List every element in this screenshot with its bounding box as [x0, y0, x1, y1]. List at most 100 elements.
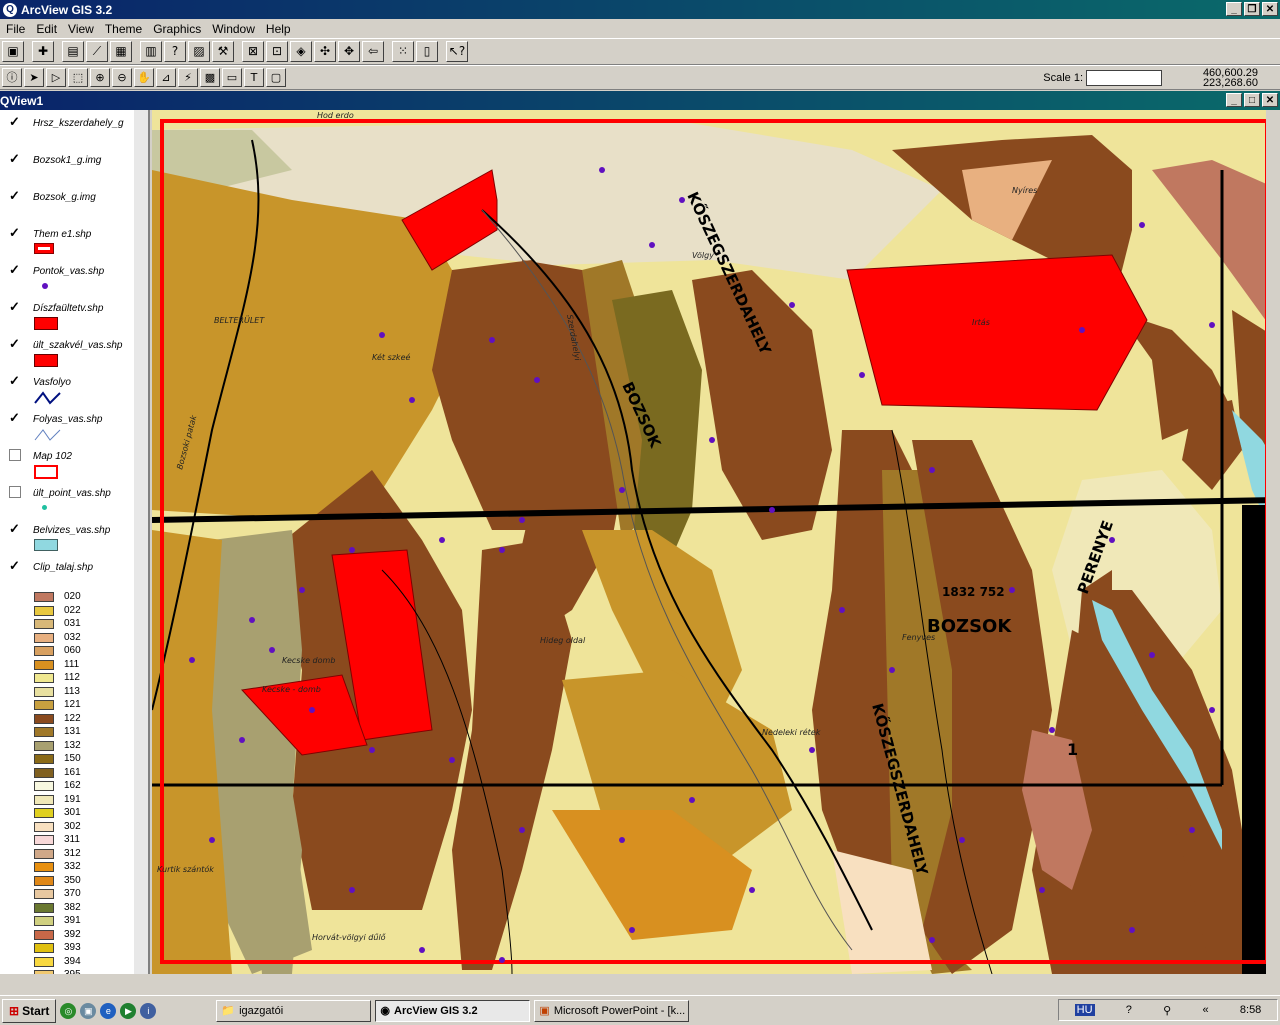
map-canvas[interactable]: KŐSZEGSZERDAHELY BOZSOK KŐSZEGSZERDAHELY…	[152, 110, 1280, 974]
toc-layer[interactable]: ✓ Díszfaültetv.shp	[0, 295, 148, 332]
save-project-button[interactable]: ▣	[2, 41, 24, 62]
map-scrollbar[interactable]	[1266, 110, 1280, 974]
quicklaunch-icon-1[interactable]: ◎	[60, 1002, 77, 1019]
zoom-in-fixed-button[interactable]: ✣	[314, 41, 336, 62]
zoom-out-tool-icon[interactable]: ⊖	[112, 68, 132, 87]
clear-selection-button[interactable]: ▯	[416, 41, 438, 62]
pointer-tool-icon[interactable]: ➤	[24, 68, 44, 87]
layer-visibility-checkbox[interactable]: ✓	[9, 263, 21, 276]
label-tool-icon[interactable]: ▭	[222, 68, 242, 87]
legend-class-row: 301	[0, 807, 148, 821]
zoom-previous-button[interactable]: ⇦	[362, 41, 384, 62]
layer-visibility-checkbox[interactable]: ✓	[9, 337, 21, 350]
toc-layer[interactable]: ✓ Hrsz_kszerdahely_g	[0, 110, 148, 147]
layer-visibility-checkbox[interactable]: ✓	[9, 226, 21, 239]
pan-tool-icon[interactable]: ✋	[134, 68, 154, 87]
help-button[interactable]: ↖?	[446, 41, 468, 62]
media-player-icon[interactable]: ▶	[120, 1002, 137, 1019]
toc-layer[interactable]: ✓ Pontok_vas.shp	[0, 258, 148, 295]
layer-visibility-checkbox[interactable]: ✓	[9, 374, 21, 387]
identify-tool-icon[interactable]: ⓘ	[2, 68, 22, 87]
language-indicator[interactable]: HU	[1074, 1004, 1095, 1016]
legend-swatch	[34, 970, 54, 974]
zoom-selected-button[interactable]: ◈	[290, 41, 312, 62]
view-close-button[interactable]: ✕	[1262, 93, 1278, 107]
theme-properties-button[interactable]: ▤	[62, 41, 84, 62]
hammer-query-icon[interactable]: ⚒	[212, 41, 234, 62]
tray-chevron-icon[interactable]: «	[1203, 1004, 1209, 1016]
vertex-edit-tool-icon[interactable]: ▷	[46, 68, 66, 87]
edit-legend-button[interactable]: ⟋	[86, 41, 108, 62]
find-button[interactable]: ▥	[140, 41, 162, 62]
zoom-out-fixed-button[interactable]: ✥	[338, 41, 360, 62]
menu-theme[interactable]: Theme	[99, 22, 147, 36]
windows-logo-icon: ⊞	[9, 1003, 20, 1018]
app-title-bar: Q ArcView GIS 3.2 _ ❐ ✕	[0, 0, 1280, 19]
toc-layer[interactable]: ✓ Vasfolyo	[0, 369, 148, 406]
view-minimize-button[interactable]: _	[1226, 93, 1242, 107]
network-tray-icon[interactable]: ⚲	[1163, 1004, 1171, 1017]
toc-layer[interactable]: ült_point_vas.shp	[0, 480, 148, 517]
legend-code: 162	[64, 780, 81, 791]
select-feature-tool-icon[interactable]: ⬚	[68, 68, 88, 87]
legend-code: 060	[64, 645, 81, 656]
legend-code: 112	[64, 672, 80, 683]
label-hideg-oldal: Hideg oldal	[540, 636, 586, 645]
label-bozsok-2: BOZSOK	[927, 616, 1012, 637]
task-powerpoint[interactable]: ▣ Microsoft PowerPoint - [k...	[534, 999, 690, 1022]
layer-visibility-checkbox[interactable]: ✓	[9, 115, 21, 128]
restore-button[interactable]: ❐	[1244, 2, 1260, 16]
legend-code: 392	[64, 928, 81, 940]
menu-graphics[interactable]: Graphics	[147, 22, 206, 36]
menu-help[interactable]: Help	[260, 22, 296, 36]
map-display[interactable]: KŐSZEGSZERDAHELY BOZSOK KŐSZEGSZERDAHELY…	[152, 110, 1280, 974]
open-table-button[interactable]: ▦	[110, 41, 132, 62]
zoom-active-theme-button[interactable]: ⊡	[266, 41, 288, 62]
layer-visibility-checkbox[interactable]	[9, 449, 21, 461]
start-button[interactable]: ⊞ Start	[2, 998, 57, 1023]
menu-file[interactable]: File	[0, 22, 30, 36]
task-igazgatoi[interactable]: 📁 igazgatói	[216, 999, 372, 1022]
help-tray-icon[interactable]: ?	[1126, 1004, 1132, 1016]
toc-layer[interactable]: ✓ Them e1.shp	[0, 221, 148, 258]
quicklaunch-icon-5[interactable]: i	[140, 1002, 157, 1019]
zoom-full-extent-button[interactable]: ⊠	[242, 41, 264, 62]
layer-visibility-checkbox[interactable]: ✓	[9, 300, 21, 313]
draw-tool-icon[interactable]: ▢	[266, 68, 286, 87]
toc-layer[interactable]: ✓ Bozsok1_g.img	[0, 147, 148, 184]
locate-button[interactable]: ?	[164, 41, 186, 62]
task-arcview[interactable]: ◉ ArcView GIS 3.2	[375, 999, 531, 1022]
layer-visibility-checkbox[interactable]: ✓	[9, 189, 21, 202]
toc-layer[interactable]: ✓ Bozsok_g.img	[0, 184, 148, 221]
toc-scrollbar[interactable]	[134, 110, 148, 974]
toc-layer[interactable]: ✓ Folyas_vas.shp	[0, 406, 148, 443]
area-of-interest-tool-icon[interactable]: ▩	[200, 68, 220, 87]
text-tool-icon[interactable]: T	[244, 68, 264, 87]
layer-visibility-checkbox[interactable]: ✓	[9, 559, 21, 572]
layer-visibility-checkbox[interactable]: ✓	[9, 152, 21, 165]
internet-explorer-icon[interactable]: e	[100, 1002, 117, 1019]
hot-link-tool-icon[interactable]: ⚡	[178, 68, 198, 87]
measure-tool-icon[interactable]: ⊿	[156, 68, 176, 87]
menu-view[interactable]: View	[62, 22, 99, 36]
select-features-button[interactable]: ⁙	[392, 41, 414, 62]
show-desktop-icon[interactable]: ▣	[80, 1002, 97, 1019]
toc-layer[interactable]: ✓ Belvizes_vas.shp	[0, 517, 148, 554]
scale-input[interactable]	[1086, 70, 1162, 86]
legend-code: 132	[64, 739, 81, 751]
toc-layer[interactable]: ✓ Clip_talaj.shp	[0, 554, 148, 591]
view-maximize-button[interactable]: □	[1244, 93, 1260, 107]
close-button[interactable]: ✕	[1262, 2, 1278, 16]
layer-visibility-checkbox[interactable]: ✓	[9, 411, 21, 424]
minimize-button[interactable]: _	[1226, 2, 1242, 16]
zoom-in-tool-icon[interactable]: ⊕	[90, 68, 110, 87]
layer-visibility-checkbox[interactable]	[9, 486, 21, 498]
ornamental-tree-parcel-2[interactable]	[846, 254, 1148, 411]
toc-layer[interactable]: Map 102	[0, 443, 148, 480]
query-builder-button[interactable]: ▨	[188, 41, 210, 62]
menu-window[interactable]: Window	[206, 22, 260, 36]
add-theme-button[interactable]: ✚	[32, 41, 54, 62]
toc-layer[interactable]: ✓ ült_szakvél_vas.shp	[0, 332, 148, 369]
layer-visibility-checkbox[interactable]: ✓	[9, 522, 21, 535]
menu-edit[interactable]: Edit	[30, 22, 62, 36]
